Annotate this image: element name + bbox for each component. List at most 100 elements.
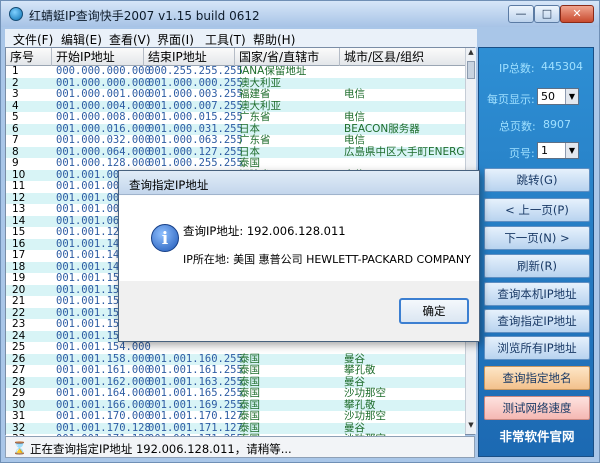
row-end-ip: 001.000.063.255	[148, 134, 243, 146]
menu-file[interactable]: 文件(F)	[13, 31, 53, 48]
row-start-ip: 001.000.008.000	[56, 111, 151, 123]
browse-all-ip-button[interactable]: 浏览所有IP地址	[484, 336, 590, 360]
row-start-ip: 001.000.001.000	[56, 88, 151, 100]
menu-help[interactable]: 帮助(H)	[253, 31, 295, 48]
query-ip-dialog: 查询指定IP地址 i 查询IP地址: 192.006.128.011 IP所在地…	[118, 170, 480, 342]
row-start-ip: 000.000.000.000	[56, 66, 151, 77]
query-place-name-button[interactable]: 查询指定地名	[484, 366, 590, 390]
dialog-query-ip-text: 查询IP地址: 192.006.128.011	[183, 224, 346, 238]
app-icon	[9, 7, 23, 21]
chevron-down-icon[interactable]: ▼	[565, 143, 578, 158]
dialog-footer: 确定	[119, 281, 479, 341]
ok-button[interactable]: 确定	[399, 298, 469, 324]
dialog-ip-location-text: IP所在地: 美国 惠普公司 HEWLETT-PACKARD COMPANY	[183, 253, 471, 266]
row-city: 攀孔敬	[344, 364, 376, 376]
dialog-title: 查询指定IP地址	[129, 178, 209, 192]
table-row[interactable]: 25 001.001.154.000	[6, 341, 465, 354]
hourglass-icon: ⌛	[12, 441, 27, 455]
column-header-start-ip[interactable]: 开始IP地址	[52, 48, 144, 66]
app-window: 红蜻蜓IP查询快手2007 v1.15 build 0612 — □ ✕ 文件(…	[0, 0, 600, 463]
page-number-label: 页号:	[509, 147, 535, 160]
row-province: 泰国	[239, 410, 260, 422]
column-header-end-ip[interactable]: 结束IP地址	[144, 48, 235, 66]
table-row[interactable]: 1 000.000.000.000 000.255.255.255 IANA保留地址	[6, 66, 465, 78]
dialog-title-bar[interactable]: 查询指定IP地址	[119, 171, 479, 195]
scroll-down-arrow-icon[interactable]: ▼	[466, 421, 476, 433]
row-province: 福建省	[239, 88, 271, 100]
info-icon: i	[151, 224, 179, 252]
total-pages-label: 总页数:	[499, 120, 536, 133]
row-index: 25	[12, 341, 26, 353]
row-index: 1	[12, 66, 19, 77]
goto-button[interactable]: 跳转(G)	[484, 168, 590, 192]
row-city: 沙功那空	[344, 410, 386, 422]
table-row[interactable]: 5 001.000.008.000 001.000.015.255 广东省 电信	[6, 111, 465, 124]
row-index: 23	[12, 318, 26, 330]
row-province: IANA保留地址	[239, 66, 307, 77]
control-panel: IP总数: 445304 每页显示: 50 ▼ 总页数: 8907 页号: 1 …	[478, 47, 594, 457]
table-row[interactable]: 31 001.001.170.000 001.001.170.127 泰国 沙功那空	[6, 410, 465, 423]
menu-interface[interactable]: 界面(I)	[157, 31, 194, 48]
row-city: 电信	[344, 88, 365, 100]
next-page-button[interactable]: 下一页(N) >	[484, 226, 590, 250]
ip-total-label: IP总数:	[499, 62, 535, 75]
status-bar: ⌛ 正在查询指定IP地址 192.006.128.011，请稍等...	[5, 436, 475, 458]
row-end-ip: 001.000.015.255	[148, 111, 243, 123]
row-start-ip: 001.001.164.000	[56, 387, 151, 399]
row-city: 电信	[344, 111, 365, 123]
menu-view[interactable]: 查看(V)	[109, 31, 151, 48]
dialog-body: i 查询IP地址: 192.006.128.011 IP所在地: 美国 惠普公司…	[119, 196, 479, 281]
refresh-button[interactable]: 刷新(R)	[484, 254, 590, 278]
query-local-ip-button[interactable]: 查询本机IP地址	[484, 282, 590, 306]
row-index: 17	[12, 249, 26, 261]
table-header: 序号 开始IP地址 结束IP地址 国家/省/直辖市 城市/区县/组织	[6, 48, 465, 66]
row-index: 3	[12, 88, 19, 100]
official-site-link[interactable]: 非常软件官网	[479, 426, 595, 445]
column-header-city[interactable]: 城市/区县/组织	[340, 48, 465, 66]
row-start-ip: 001.001.170.000	[56, 410, 151, 422]
table-row[interactable]: 7 001.000.032.000 001.000.063.255 广东省 电信	[6, 134, 465, 147]
ip-total-value: 445304	[541, 60, 583, 73]
table-row[interactable]: 9 001.000.128.000 001.000.255.255 泰国	[6, 157, 465, 170]
table-row[interactable]: 3 001.000.001.000 001.000.003.255 福建省 电信	[6, 88, 465, 101]
close-button[interactable]: ✕	[560, 5, 594, 23]
table-row[interactable]: 29 001.001.164.000 001.001.165.255 泰国 沙功那空	[6, 387, 465, 400]
menu-tools[interactable]: 工具(T)	[205, 31, 246, 48]
row-end-ip: 001.001.165.255	[148, 387, 243, 399]
scrollbar-thumb[interactable]	[467, 61, 475, 79]
menu-edit[interactable]: 编辑(E)	[61, 31, 102, 48]
row-index: 15	[12, 226, 26, 238]
row-index: 19	[12, 272, 26, 284]
row-index: 27	[12, 364, 26, 376]
row-province: 广东省	[239, 111, 271, 123]
row-city: 沙功那空	[344, 387, 386, 399]
test-network-speed-button[interactable]: 测试网络速度	[484, 396, 590, 420]
chevron-down-icon[interactable]: ▼	[565, 89, 578, 104]
column-header-index[interactable]: 序号	[6, 48, 52, 66]
maximize-button[interactable]: □	[534, 5, 560, 23]
scroll-up-arrow-icon[interactable]: ▲	[466, 48, 476, 60]
row-end-ip: 001.001.161.255	[148, 364, 243, 376]
table-row[interactable]: 27 001.001.161.000 001.001.161.255 泰国 攀孔敬	[6, 364, 465, 377]
minimize-button[interactable]: —	[508, 5, 534, 23]
query-specified-ip-button[interactable]: 查询指定IP地址	[484, 309, 590, 333]
row-start-ip: 001.001.161.000	[56, 364, 151, 376]
row-start-ip: 001.000.032.000	[56, 134, 151, 146]
row-index: 21	[12, 295, 26, 307]
row-index: 29	[12, 387, 26, 399]
row-city: 电信	[344, 134, 365, 146]
title-bar[interactable]: 红蜻蜓IP查询快手2007 v1.15 build 0612 — □ ✕	[1, 1, 599, 27]
total-pages-value: 8907	[543, 118, 571, 131]
row-start-ip: 001.001.154.000	[56, 341, 151, 353]
window-title: 红蜻蜓IP查询快手2007 v1.15 build 0612	[29, 9, 260, 23]
column-header-province[interactable]: 国家/省/直辖市	[235, 48, 340, 66]
per-page-label: 每页显示:	[487, 93, 535, 106]
row-index: 9	[12, 157, 19, 169]
per-page-select[interactable]: 50 ▼	[537, 88, 579, 105]
row-end-ip: 000.255.255.255	[148, 66, 243, 77]
page-number-select[interactable]: 1 ▼	[537, 142, 579, 159]
row-start-ip: 001.000.128.000	[56, 157, 151, 169]
prev-page-button[interactable]: < 上一页(P)	[484, 198, 590, 222]
row-province: 泰国	[239, 387, 260, 399]
status-text: 正在查询指定IP地址 192.006.128.011，请稍等...	[30, 442, 292, 456]
